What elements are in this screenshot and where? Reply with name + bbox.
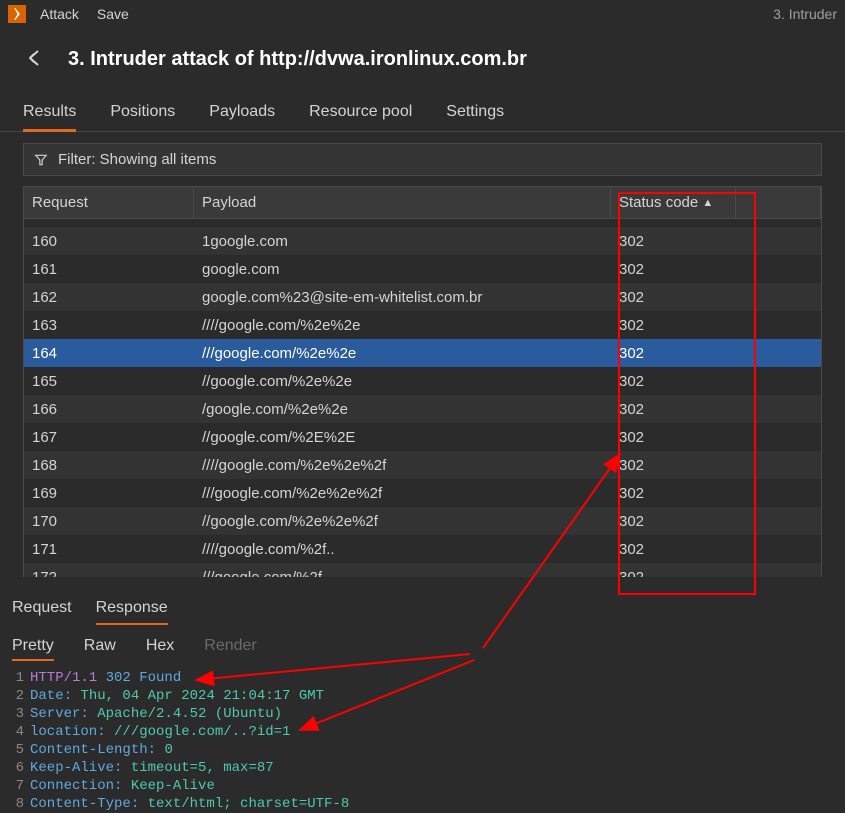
cell-payload: ////google.com/%2e%2e [194,317,611,334]
cell-request: 163 [24,317,194,334]
cell-status: 302 [611,401,736,418]
cell-status: 302 [611,513,736,530]
tab-results[interactable]: Results [23,95,76,132]
cell-request: 160 [24,233,194,250]
detail-tabs: Request Response [0,577,845,625]
response-line: 1HTTP/1.1 302 Found [12,669,845,687]
cell-request: 167 [24,429,194,446]
menu-attack[interactable]: Attack [40,6,79,22]
table-header: Request Payload Status code ▲ [23,186,822,219]
cell-status: 302 [611,373,736,390]
cell-request: 161 [24,261,194,278]
cell-payload: google.com [194,261,611,278]
tab-payloads[interactable]: Payloads [209,95,275,131]
table-row[interactable] [24,219,821,227]
back-icon[interactable] [24,46,48,73]
cell-status: 302 [611,261,736,278]
filter-text: Filter: Showing all items [58,151,216,168]
cell-status: 302 [611,541,736,558]
view-tabs: Pretty Raw Hex Render [0,625,845,667]
tab-request[interactable]: Request [12,593,72,625]
page-title: 3. Intruder attack of http://dvwa.ironli… [68,48,527,71]
filter-bar[interactable]: Filter: Showing all items [23,143,822,176]
header: 3. Intruder attack of http://dvwa.ironli… [0,28,845,95]
table-row[interactable]: 164///google.com/%2e%2e302 [24,339,821,367]
table-row[interactable]: 1601google.com302 [24,227,821,255]
view-render: Render [204,637,256,661]
filter-icon [34,153,48,167]
table-row[interactable]: 162google.com%23@site-em-whitelist.com.b… [24,283,821,311]
cell-request: 168 [24,457,194,474]
table-row[interactable]: 161google.com302 [24,255,821,283]
cell-status: 302 [611,233,736,250]
menubar: Attack Save 3. Intruder [0,0,845,28]
cell-status: 302 [611,289,736,306]
cell-payload: 1google.com [194,233,611,250]
view-pretty[interactable]: Pretty [12,637,54,661]
cell-request: 172 [24,569,194,578]
window-label: 3. Intruder [773,6,837,22]
response-line: 6Keep-Alive: timeout=5, max=87 [12,759,845,777]
cell-request: 162 [24,289,194,306]
cell-payload: ////google.com/%2f.. [194,541,611,558]
view-hex[interactable]: Hex [146,637,174,661]
response-line: 4location: ///google.com/..?id=1 [12,723,845,741]
col-payload[interactable]: Payload [194,187,611,218]
response-line: 3Server: Apache/2.4.52 (Ubuntu) [12,705,845,723]
cell-payload: ///google.com/%2f.. [194,569,611,578]
tab-response[interactable]: Response [96,593,168,625]
cell-payload: ///google.com/%2e%2e%2f [194,485,611,502]
response-line: 7Connection: Keep-Alive [12,777,845,795]
response-line: 5Content-Length: 0 [12,741,845,759]
main-tabs: Results Positions Payloads Resource pool… [0,95,845,132]
cell-status: 302 [611,317,736,334]
cell-payload: //google.com/%2e%2e [194,373,611,390]
tab-settings[interactable]: Settings [446,95,504,131]
col-request[interactable]: Request [24,187,194,218]
cell-payload: ///google.com/%2e%2e [194,345,611,362]
table-row[interactable]: 172///google.com/%2f..302 [24,563,821,577]
cell-request: 165 [24,373,194,390]
cell-request: 164 [24,345,194,362]
cell-request: 170 [24,513,194,530]
tab-positions[interactable]: Positions [110,95,175,131]
app-icon [8,5,26,23]
table-row[interactable]: 171////google.com/%2f..302 [24,535,821,563]
col-extra[interactable] [736,187,821,218]
cell-payload: ////google.com/%2e%2e%2f [194,457,611,474]
results-table: Request Payload Status code ▲ 1601google… [23,186,822,577]
cell-payload: //google.com/%2e%2e%2f [194,513,611,530]
cell-request: 166 [24,401,194,418]
table-row[interactable]: 170//google.com/%2e%2e%2f302 [24,507,821,535]
cell-status: 302 [611,457,736,474]
table-row[interactable]: 165//google.com/%2e%2e302 [24,367,821,395]
cell-payload: google.com%23@site-em-whitelist.com.br [194,289,611,306]
col-status[interactable]: Status code ▲ [611,187,736,218]
table-row[interactable]: 169///google.com/%2e%2e%2f302 [24,479,821,507]
table-body[interactable]: 1601google.com302161google.com302162goog… [23,219,822,577]
sort-asc-icon: ▲ [702,197,713,209]
table-row[interactable]: 168////google.com/%2e%2e%2f302 [24,451,821,479]
view-raw[interactable]: Raw [84,637,116,661]
response-line: 2Date: Thu, 04 Apr 2024 21:04:17 GMT [12,687,845,705]
cell-status: 302 [611,485,736,502]
menu-save[interactable]: Save [97,6,129,22]
table-row[interactable]: 163////google.com/%2e%2e302 [24,311,821,339]
tab-resource-pool[interactable]: Resource pool [309,95,412,131]
table-row[interactable]: 166/google.com/%2e%2e302 [24,395,821,423]
table-row[interactable]: 167//google.com/%2E%2E302 [24,423,821,451]
cell-status: 302 [611,429,736,446]
cell-payload: //google.com/%2E%2E [194,429,611,446]
cell-request: 171 [24,541,194,558]
cell-request: 169 [24,485,194,502]
response-line: 8Content-Type: text/html; charset=UTF-8 [12,795,845,813]
response-body[interactable]: 1HTTP/1.1 302 Found2Date: Thu, 04 Apr 20… [0,667,845,813]
cell-payload: /google.com/%2e%2e [194,401,611,418]
cell-status: 302 [611,345,736,362]
cell-status: 302 [611,569,736,578]
